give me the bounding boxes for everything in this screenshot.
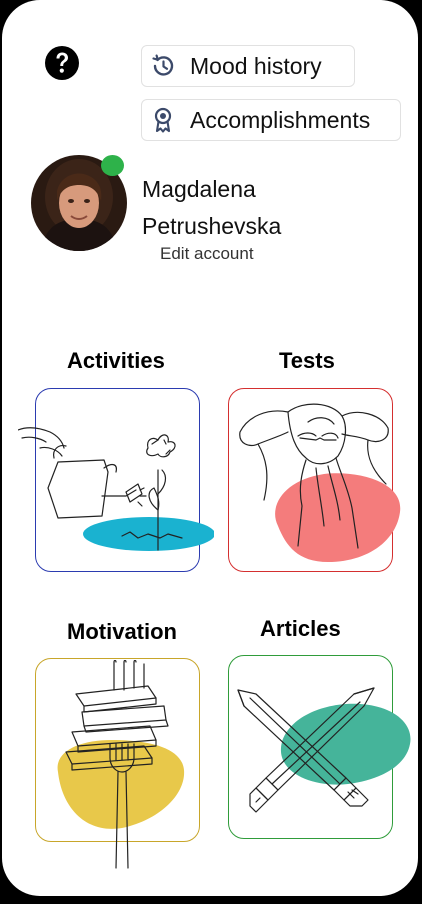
question-circle-icon: [45, 46, 79, 80]
watering-can-flower-icon: [18, 427, 214, 551]
award-ribbon-icon: [150, 107, 176, 133]
mood-history-button[interactable]: Mood history: [141, 45, 355, 87]
profile-first-name: Magdalena: [142, 176, 256, 202]
activities-title: Activities: [67, 348, 165, 373]
books-fork-icon: [57, 660, 185, 869]
crossed-pencils-icon: [237, 687, 411, 813]
mood-history-label: Mood history: [190, 52, 322, 79]
profile-last-name: Petrushevska: [142, 213, 282, 239]
motivation-title: Motivation: [67, 619, 177, 644]
accomplishments-button[interactable]: Accomplishments: [141, 99, 401, 141]
edit-account-link[interactable]: Edit account: [160, 244, 254, 264]
history-icon: [150, 53, 176, 79]
person-thinking-icon: [239, 403, 401, 562]
phone-screen: Mood history Accomplishments Magdalena P…: [2, 0, 418, 896]
help-button[interactable]: [44, 45, 80, 81]
accomplishments-label: Accomplishments: [190, 106, 371, 133]
tests-title: Tests: [279, 348, 335, 373]
online-status-dot: [101, 155, 124, 176]
articles-title: Articles: [260, 616, 341, 641]
